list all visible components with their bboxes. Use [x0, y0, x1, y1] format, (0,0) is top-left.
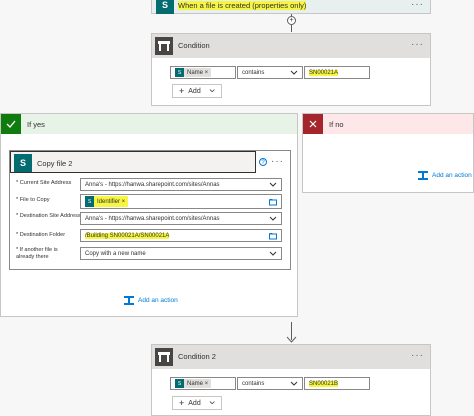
- condition-2-left-operand[interactable]: S Name ×: [170, 377, 236, 390]
- add-label: Add: [188, 87, 201, 95]
- add-action-no[interactable]: Add an action: [418, 171, 472, 180]
- chevron-down-icon: [269, 216, 277, 221]
- trigger-title: When a file is created (properties only): [178, 1, 307, 10]
- folder-icon[interactable]: [269, 232, 277, 240]
- condition-value: SN00021A: [309, 69, 339, 76]
- condition-header[interactable]: Condition ···: [152, 34, 430, 58]
- condition-2-more-icon[interactable]: ···: [411, 350, 424, 361]
- destination-site-address-select[interactable]: Anna's - https://hanwa.sharepoint.com/si…: [80, 212, 282, 225]
- add-action-label: Add an action: [138, 297, 178, 304]
- condition-more-icon[interactable]: ···: [411, 39, 424, 50]
- sharepoint-token-icon: S: [175, 379, 184, 388]
- add-action-yes[interactable]: Add an action: [124, 296, 178, 305]
- chevron-down-icon: [290, 70, 298, 75]
- arrow-down-icon: [286, 336, 297, 343]
- trigger-card[interactable]: S When a file is created (properties onl…: [151, 0, 431, 14]
- sharepoint-token-icon: S: [85, 196, 94, 207]
- copy-file-header[interactable]: S Copy file 2: [10, 151, 256, 173]
- folder-icon[interactable]: [269, 198, 277, 206]
- condition-title: Condition: [178, 41, 210, 50]
- field-value: /Building SN00021A/SN00021A: [85, 232, 170, 239]
- field-value: Anna's - https://hanwa.sharepoint.com/si…: [85, 181, 220, 188]
- condition-2-card: Condition 2 ··· S Name × contains SN00021…: [151, 344, 431, 416]
- operator-label: contains: [242, 380, 265, 387]
- chevron-down-icon: [209, 89, 215, 93]
- sharepoint-icon: S: [14, 154, 32, 172]
- if-yes-label: If yes: [27, 120, 45, 129]
- name-token[interactable]: S Name ×: [175, 379, 212, 388]
- condition-2-header[interactable]: Condition 2 ···: [152, 345, 430, 369]
- condition-2-value-input[interactable]: SN00021B: [304, 377, 370, 390]
- if-file-exists-select[interactable]: Copy with a new name: [80, 247, 282, 260]
- close-icon: [303, 114, 323, 134]
- condition-left-operand[interactable]: S Name ×: [170, 66, 236, 79]
- chevron-down-icon: [209, 401, 215, 405]
- condition-2-operator[interactable]: contains: [237, 377, 303, 390]
- field-label: * Destination Folder: [16, 232, 66, 238]
- copy-file-card: S Copy file 2 ? ··· * Current Site Addre…: [9, 150, 291, 270]
- condition-2-title: Condition 2: [178, 352, 216, 361]
- add-button[interactable]: + Add: [172, 396, 222, 410]
- if-yes-branch: If yes S Copy file 2 ? ··· * Current Sit…: [0, 113, 298, 317]
- trigger-more-icon[interactable]: ···: [411, 0, 424, 10]
- add-button[interactable]: + Add: [172, 84, 222, 98]
- operator-label: contains: [242, 69, 265, 76]
- field-label: * Destination Site Address: [16, 213, 81, 219]
- help-icon[interactable]: ?: [259, 158, 267, 166]
- if-no-branch: If no Add an action: [302, 113, 474, 193]
- if-no-label: If no: [329, 120, 344, 129]
- condition-value-input[interactable]: SN00021A: [304, 66, 370, 79]
- copy-file-title: Copy file 2: [37, 159, 73, 168]
- field-label: * Current Site Address: [16, 180, 72, 186]
- name-token[interactable]: S Name ×: [175, 68, 212, 77]
- identifier-token[interactable]: S Identifier ×: [85, 196, 129, 207]
- condition-2-value: SN00021B: [309, 380, 339, 387]
- chevron-down-icon: [269, 251, 277, 256]
- name-token-label: Name: [187, 380, 204, 387]
- field-value: Anna's - https://hanwa.sharepoint.com/si…: [85, 215, 220, 222]
- chevron-down-icon: [269, 182, 277, 187]
- condition-icon: [155, 37, 173, 55]
- name-token-label: Name: [187, 69, 204, 76]
- field-label: * File to Copy: [16, 197, 50, 203]
- add-label: Add: [188, 399, 201, 407]
- destination-folder-input[interactable]: /Building SN00021A/SN00021A: [80, 229, 282, 242]
- add-action-icon: [418, 171, 428, 180]
- condition-card: Condition ··· S Name × contains SN00021A …: [151, 33, 431, 106]
- current-site-address-select[interactable]: Anna's - https://hanwa.sharepoint.com/si…: [80, 178, 282, 191]
- if-no-header[interactable]: If no: [303, 114, 473, 134]
- add-action-icon: [124, 296, 134, 305]
- add-action-label: Add an action: [432, 172, 472, 179]
- sharepoint-icon: S: [156, 0, 174, 14]
- identifier-token-label: Identifier: [97, 198, 121, 205]
- field-value: Copy with a new name: [85, 250, 146, 257]
- condition-icon: [155, 348, 173, 366]
- file-to-copy-input[interactable]: S Identifier ×: [80, 194, 282, 209]
- if-yes-header[interactable]: If yes: [1, 114, 297, 134]
- check-icon: [1, 114, 21, 134]
- insert-step-icon[interactable]: +: [287, 16, 296, 25]
- copy-file-more-icon[interactable]: ···: [271, 156, 284, 167]
- sharepoint-token-icon: S: [175, 68, 184, 77]
- chevron-down-icon: [290, 381, 298, 386]
- field-label: * If another file is already there: [16, 247, 58, 260]
- condition-operator[interactable]: contains: [237, 66, 303, 79]
